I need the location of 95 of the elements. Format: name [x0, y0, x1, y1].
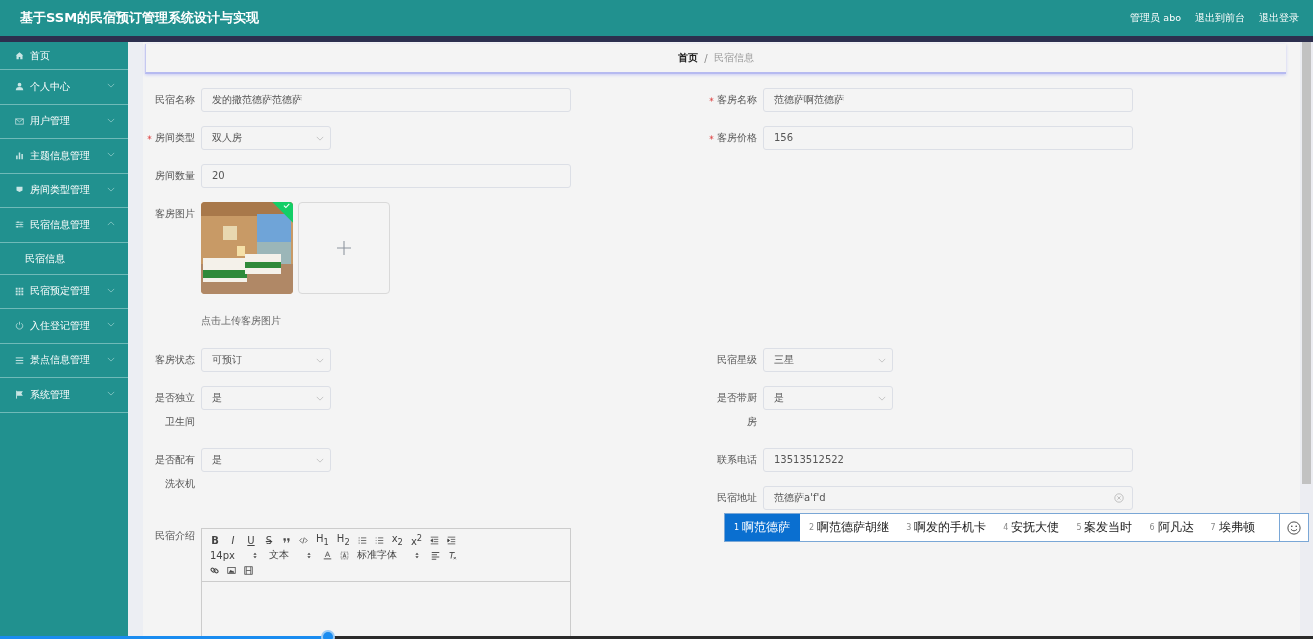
field-label: 客房状态 [154, 353, 195, 367]
chevron-icon [107, 221, 115, 226]
toolbar-button[interactable]: H$_{1}$ [316, 533, 329, 547]
app-title: 基于SSM的民宿预订管理系统设计与实现 [20, 9, 260, 27]
progress-handle[interactable] [323, 632, 334, 639]
select-field[interactable]: 是 [763, 386, 893, 410]
select-field[interactable]: 双人房 [201, 126, 331, 150]
list-icon [15, 355, 24, 365]
toolbar-dropdown[interactable]: 14px [210, 549, 257, 561]
updown-icon [415, 551, 419, 559]
header-link[interactable]: 退出登录 [1259, 11, 1299, 25]
toolbar-button[interactable]: S [264, 534, 274, 546]
chevron-icon [107, 322, 115, 327]
updown-icon [253, 551, 257, 559]
field-label: 客房价格 [716, 131, 757, 145]
text-field[interactable]: 156 [763, 126, 1133, 150]
chevron-icon [316, 136, 324, 141]
toolbar-button[interactable]: x$_{2}$ [391, 533, 403, 547]
grid-icon [15, 286, 24, 296]
toolbar-button[interactable]: I [228, 534, 238, 546]
chevron-icon [107, 117, 115, 123]
ime-candidate[interactable]: 6 阿凡达 [1140, 514, 1202, 541]
bar-chart-icon [15, 151, 24, 161]
field-label: 房间数量 [154, 169, 195, 183]
code-icon[interactable] [299, 535, 308, 545]
bullet-list-icon[interactable] [374, 535, 384, 545]
select-field[interactable]: 三星 [763, 348, 893, 372]
field-label: 房间类型 [154, 131, 195, 145]
field-label: 民宿介绍 [154, 529, 195, 543]
link-icon[interactable] [210, 565, 219, 575]
ime-candidate[interactable]: 5 案发当时 [1067, 514, 1141, 541]
chevron-icon [107, 186, 115, 192]
breadcrumb-link[interactable]: 首页 [678, 51, 699, 65]
field-label: 民宿名称 [154, 93, 195, 107]
chevron-icon [316, 396, 324, 401]
field-label: 是否带厨房 [716, 391, 757, 429]
chevron-icon [316, 458, 324, 463]
pin-icon [15, 185, 24, 195]
select-field[interactable]: 可预订 [201, 348, 331, 372]
chevron-icon [107, 83, 115, 88]
chevron-icon [878, 358, 886, 363]
clear-format-icon[interactable] [448, 550, 457, 560]
toolbar-dropdown[interactable]: 文本 [269, 548, 311, 562]
field-label: 民宿地址 [716, 491, 757, 505]
quote-icon[interactable] [282, 535, 291, 545]
field-label: 客房图片 [154, 207, 195, 221]
chevron-icon [107, 287, 115, 293]
mail-icon [15, 116, 24, 126]
toolbar-dropdown[interactable]: 标准字体 [357, 548, 419, 562]
field-label: 客房名称 [716, 93, 757, 107]
text-field[interactable]: 发的撒范德萨范德萨 [201, 88, 571, 112]
select-field[interactable]: 是 [201, 448, 331, 472]
ime-candidate[interactable]: 4 安抚大使 [994, 514, 1068, 541]
field-label: 是否独立卫生间 [154, 391, 195, 429]
ime-candidate[interactable]: 3 啊发的手机卡 [897, 514, 995, 541]
ime-candidate[interactable]: 7 埃弗顿 [1201, 514, 1263, 541]
field-label: 是否配有洗衣机 [154, 453, 195, 491]
select-field[interactable]: 是 [201, 386, 331, 410]
toolbar-button[interactable]: U [246, 534, 256, 546]
ime-candidate[interactable]: 1 啊范德萨 [725, 514, 801, 541]
chevron-icon [107, 356, 115, 362]
ime-candidate[interactable]: 2 啊范德萨胡继 [800, 514, 898, 541]
image-icon[interactable] [227, 565, 236, 575]
field-label: 联系电话 [716, 453, 757, 467]
text-field[interactable]: 20 [201, 164, 571, 188]
upload-hint: 点击上传客房图片 [201, 314, 282, 328]
sliders-icon [15, 220, 24, 230]
text-field[interactable]: 范德萨a'f'd [763, 486, 1133, 510]
user-icon [15, 82, 24, 92]
home-icon [15, 51, 24, 60]
video-icon[interactable] [244, 565, 253, 575]
toolbar-button[interactable]: x$^{2}$ [410, 532, 423, 548]
header-link[interactable]: 管理员 abo [1130, 11, 1181, 25]
text-field[interactable]: 范德萨啊范德萨 [763, 88, 1133, 112]
chevron-icon [316, 358, 324, 363]
smiley-icon[interactable] [1287, 520, 1301, 535]
toolbar-button[interactable]: B [210, 534, 220, 546]
plus-icon [337, 241, 351, 255]
text-color-icon[interactable] [323, 550, 332, 560]
chevron-icon [107, 391, 115, 396]
header-link[interactable]: 退出到前台 [1195, 11, 1245, 25]
chevron-icon [107, 152, 115, 157]
indent-icon[interactable] [447, 535, 457, 545]
text-field[interactable]: 13513512522 [763, 448, 1133, 472]
outdent-icon[interactable] [430, 535, 440, 545]
field-label: 民宿星级 [716, 353, 757, 367]
breadcrumb-separator: / [704, 52, 708, 64]
chevron-icon [878, 396, 886, 401]
toolbar-button[interactable]: H$_{2}$ [336, 533, 350, 547]
updown-icon [307, 551, 311, 559]
flag-icon [15, 390, 24, 400]
power-icon [15, 321, 24, 331]
highlight-icon[interactable] [340, 550, 349, 560]
ordered-list-icon[interactable] [357, 535, 367, 545]
align-icon[interactable] [431, 550, 440, 560]
